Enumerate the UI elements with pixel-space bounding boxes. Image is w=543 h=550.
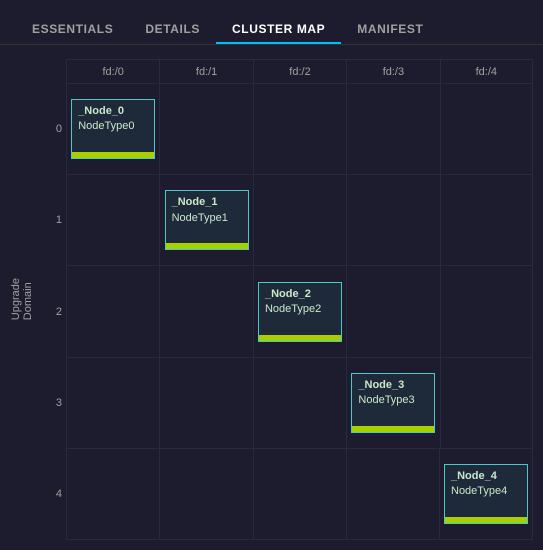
grid-row-1: _Node_1 NodeType1 [66,175,533,266]
node-type-4: NodeType4 [451,484,507,499]
node-bar-3 [352,426,434,432]
cluster-map: UpgradeDomain 0 1 2 3 4 fd:/0 [10,55,533,540]
node-bar-2 [259,335,341,341]
node-card-4[interactable]: _Node_4 NodeType4 [444,464,528,524]
cell-1-4 [440,175,533,265]
node-name-1: _Node_1 [172,195,218,210]
cell-2-4 [440,266,533,356]
node-card-1[interactable]: _Node_1 NodeType1 [165,190,249,250]
header [0,0,543,10]
ud-num-3: 3 [38,357,66,448]
cell-4-2 [253,449,346,539]
nav-item-cluster-map[interactable]: CLUSTER MAP [216,16,341,44]
content-area: UpgradeDomain 0 1 2 3 4 fd:/0 [0,45,543,550]
grid-row-3: _Node_3 NodeType3 [66,358,533,449]
cell-4-0 [66,449,159,539]
grid-row-4: _Node_4 NodeType4 [66,449,533,540]
grid-area: UpgradeDomain 0 1 2 3 4 fd:/0 [10,59,533,540]
cell-0-4 [440,84,533,174]
cell-4-3 [346,449,439,539]
cell-3-0 [66,358,159,448]
fd-header-1: fd:/1 [159,59,252,83]
nav-item-essentials[interactable]: ESSENTIALS [16,16,129,44]
node-bar-0 [72,152,154,158]
cell-2-3 [346,266,439,356]
cell-1-3 [346,175,439,265]
cell-0-3 [346,84,439,174]
nav-item-details[interactable]: DETAILS [129,16,216,44]
fd-header-2: fd:/2 [253,59,346,83]
cell-1-2 [253,175,346,265]
fd-header-row: fd:/0 fd:/1 fd:/2 fd:/3 fd:/4 [66,59,533,83]
node-bar-4 [445,517,527,523]
fd-header-0: fd:/0 [66,59,159,83]
node-type-1: NodeType1 [172,211,228,226]
fd-header-3: fd:/3 [346,59,439,83]
cell-3-4 [440,358,533,448]
grid-main: fd:/0 fd:/1 fd:/2 fd:/3 fd:/4 _Node_0 [66,59,533,540]
ud-num-1: 1 [38,174,66,265]
cell-4-4: _Node_4 NodeType4 [439,449,533,539]
left-header: UpgradeDomain 0 1 2 3 4 [10,59,66,540]
ud-numbers-col: 0 1 2 3 4 [38,59,66,540]
page: ESSENTIALSDETAILSCLUSTER MAPMANIFEST Upg… [0,0,543,550]
fd-header-4: fd:/4 [440,59,533,83]
cell-3-2 [253,358,346,448]
cell-1-0 [66,175,159,265]
cell-2-1 [159,266,252,356]
cell-0-2 [253,84,346,174]
upgrade-domain-vertical: UpgradeDomain [10,59,38,540]
cell-0-0: _Node_0 NodeType0 [66,84,159,174]
cell-3-1 [159,358,252,448]
node-card-2[interactable]: _Node_2 NodeType2 [258,282,342,342]
cell-3-3: _Node_3 NodeType3 [346,358,439,448]
grid-row-0: _Node_0 NodeType0 [66,83,533,175]
node-bar-1 [166,243,248,249]
upgrade-domain-label: UpgradeDomain [10,278,34,320]
cell-2-2: _Node_2 NodeType2 [253,266,346,356]
cell-4-1 [159,449,252,539]
grid-rows: _Node_0 NodeType0 [66,83,533,540]
node-card-3[interactable]: _Node_3 NodeType3 [351,373,435,433]
cell-2-0 [66,266,159,356]
node-card-0[interactable]: _Node_0 NodeType0 [71,99,155,159]
node-name-4: _Node_4 [451,469,497,484]
ud-num-0: 0 [38,83,66,174]
node-name-3: _Node_3 [358,378,404,393]
ud-num-2: 2 [38,266,66,357]
node-type-3: NodeType3 [358,393,414,408]
cell-1-1: _Node_1 NodeType1 [159,175,252,265]
nav-bar: ESSENTIALSDETAILSCLUSTER MAPMANIFEST [0,10,543,45]
node-type-2: NodeType2 [265,302,321,317]
cell-0-1 [159,84,252,174]
node-name-0: _Node_0 [78,104,124,119]
ud-num-4: 4 [38,449,66,540]
grid-row-2: _Node_2 NodeType2 [66,266,533,357]
nav-item-manifest[interactable]: MANIFEST [341,16,439,44]
node-name-2: _Node_2 [265,287,311,302]
node-type-0: NodeType0 [78,119,134,134]
